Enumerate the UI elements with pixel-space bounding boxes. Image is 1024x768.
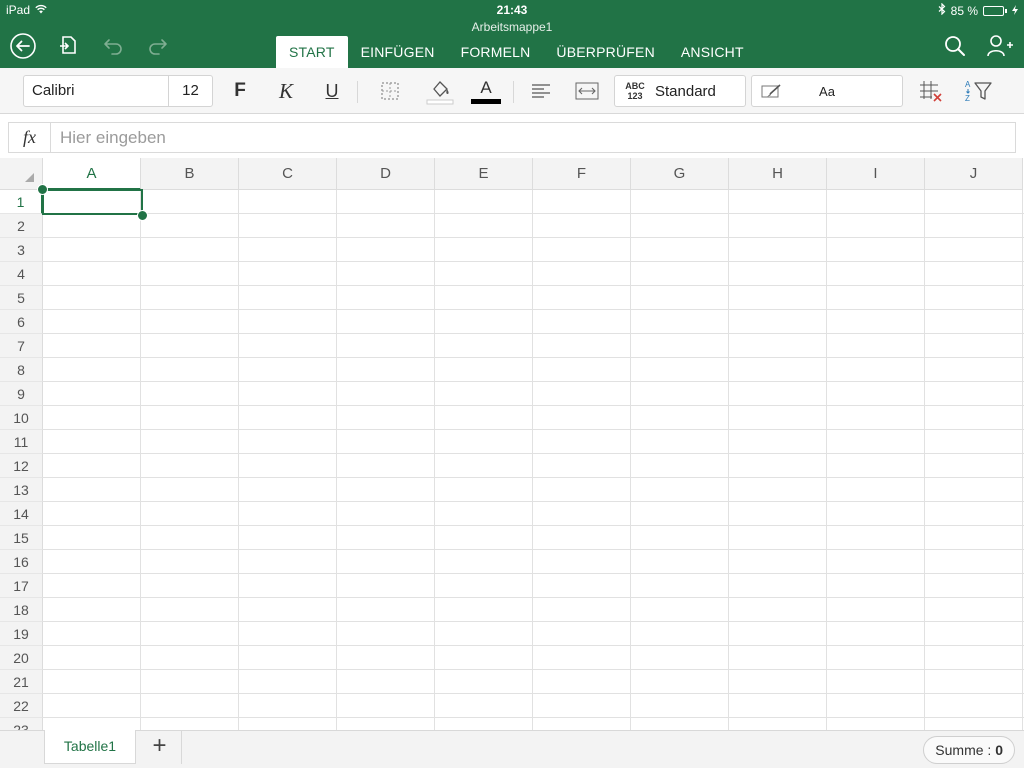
row-header[interactable]: 14 bbox=[0, 502, 43, 526]
fill-color-icon[interactable] bbox=[424, 76, 456, 106]
svg-text:A: A bbox=[965, 80, 971, 89]
bluetooth-icon bbox=[938, 2, 946, 18]
column-headers: ABCDEFGHIJ bbox=[43, 158, 1023, 190]
row-header[interactable]: 16 bbox=[0, 550, 43, 574]
battery-icon bbox=[983, 5, 1007, 16]
row-header[interactable]: 5 bbox=[0, 286, 43, 310]
charging-icon bbox=[1012, 4, 1018, 18]
row-header[interactable]: 22 bbox=[0, 694, 43, 718]
column-header[interactable]: F bbox=[533, 158, 631, 190]
column-header[interactable]: D bbox=[337, 158, 435, 190]
sum-indicator[interactable]: Summe : 0 bbox=[923, 736, 1015, 764]
row-header[interactable]: 9 bbox=[0, 382, 43, 406]
row-header[interactable]: 17 bbox=[0, 574, 43, 598]
select-all-corner[interactable] bbox=[0, 158, 43, 190]
svg-text:Z: Z bbox=[965, 94, 970, 103]
row-header[interactable]: 3 bbox=[0, 238, 43, 262]
add-sheet-button[interactable]: + bbox=[138, 731, 182, 764]
bold-button[interactable]: F bbox=[226, 76, 254, 106]
share-person-icon[interactable] bbox=[986, 32, 1014, 60]
file-sync-icon[interactable] bbox=[54, 32, 82, 60]
number-format-icon: ABC 123 bbox=[625, 81, 645, 101]
align-left-icon[interactable] bbox=[527, 76, 555, 106]
row-header[interactable]: 20 bbox=[0, 646, 43, 670]
merge-cells-icon[interactable] bbox=[573, 76, 601, 106]
font-picker[interactable]: Calibri 12 bbox=[23, 75, 213, 107]
selection-handle-bottom-right[interactable] bbox=[137, 210, 148, 221]
status-right: 85 % bbox=[938, 2, 1018, 18]
select-all-triangle-icon bbox=[25, 173, 34, 182]
tab-formeln[interactable]: FORMELN bbox=[448, 36, 544, 68]
number-format-label: Standard bbox=[655, 82, 716, 100]
row-header[interactable]: 10 bbox=[0, 406, 43, 430]
ribbon-divider bbox=[513, 81, 514, 103]
column-header[interactable]: H bbox=[729, 158, 827, 190]
ribbon-toolbar: Calibri 12 F K U A ABC 123 Standard Aa AZ bbox=[0, 68, 1024, 114]
row-header[interactable]: 18 bbox=[0, 598, 43, 622]
column-header[interactable]: C bbox=[239, 158, 337, 190]
row-header[interactable]: 23 bbox=[0, 718, 43, 730]
row-header[interactable]: 2 bbox=[0, 214, 43, 238]
row-header[interactable]: 15 bbox=[0, 526, 43, 550]
ribbon-tabs: START EINFÜGEN FORMELN ÜBERPRÜFEN ANSICH… bbox=[276, 36, 757, 68]
cell-styles-label: Aa bbox=[819, 83, 835, 99]
tab-ueberpruefen[interactable]: ÜBERPRÜFEN bbox=[543, 36, 667, 68]
redo-icon[interactable] bbox=[144, 32, 172, 60]
row-header[interactable]: 12 bbox=[0, 454, 43, 478]
row-header[interactable]: 13 bbox=[0, 478, 43, 502]
row-header[interactable]: 19 bbox=[0, 622, 43, 646]
column-header[interactable]: E bbox=[435, 158, 533, 190]
undo-icon[interactable] bbox=[99, 32, 127, 60]
font-size-field[interactable]: 12 bbox=[168, 76, 212, 106]
font-color-letter: A bbox=[480, 77, 492, 97]
selected-cell[interactable] bbox=[42, 189, 143, 215]
row-header[interactable]: 6 bbox=[0, 310, 43, 334]
number-format-dropdown[interactable]: ABC 123 Standard bbox=[614, 75, 746, 107]
sum-label: Summe : bbox=[935, 742, 992, 758]
italic-button[interactable]: K bbox=[272, 76, 300, 106]
row-header[interactable]: 1 bbox=[0, 190, 43, 214]
ribbon-divider bbox=[357, 81, 358, 103]
column-header[interactable]: G bbox=[631, 158, 729, 190]
tab-einfuegen[interactable]: EINFÜGEN bbox=[348, 36, 448, 68]
spreadsheet-grid[interactable]: ABCDEFGHIJ 1 2 3 4 5 6 7 8 9 10 11 12 13 14 15 16 17 18 19… bbox=[0, 158, 1024, 730]
row-header[interactable]: 7 bbox=[0, 334, 43, 358]
cell-styles-button[interactable]: Aa bbox=[751, 75, 903, 107]
sort-filter-icon[interactable]: AZ bbox=[962, 76, 994, 106]
column-header[interactable]: B bbox=[141, 158, 239, 190]
cell-style-brush-icon bbox=[752, 83, 792, 99]
font-name-field[interactable]: Calibri bbox=[24, 76, 168, 106]
delete-cells-icon[interactable] bbox=[915, 76, 947, 106]
app-header: iPad 21:43 Arbeitsmappe1 85 % START EINF… bbox=[0, 0, 1024, 68]
tab-ansicht[interactable]: ANSICHT bbox=[668, 36, 757, 68]
column-header[interactable]: J bbox=[925, 158, 1023, 190]
selection-handle-top-left[interactable] bbox=[37, 184, 48, 195]
row-header[interactable]: 4 bbox=[0, 262, 43, 286]
borders-icon[interactable] bbox=[376, 76, 404, 106]
row-header[interactable]: 21 bbox=[0, 670, 43, 694]
underline-button[interactable]: U bbox=[318, 76, 346, 106]
column-header[interactable]: A bbox=[43, 158, 141, 190]
formula-bar: fx bbox=[8, 122, 1016, 153]
back-icon[interactable] bbox=[9, 32, 37, 60]
sum-value: 0 bbox=[995, 742, 1003, 758]
sheet-bar: Tabelle1 + Summe : 0 bbox=[0, 730, 1024, 768]
row-header[interactable]: 11 bbox=[0, 430, 43, 454]
search-icon[interactable] bbox=[941, 32, 969, 60]
battery-percent: 85 % bbox=[950, 3, 978, 18]
tab-start[interactable]: START bbox=[276, 36, 348, 68]
row-header[interactable]: 8 bbox=[0, 358, 43, 382]
clock: 21:43 bbox=[496, 3, 528, 17]
function-icon[interactable]: fx bbox=[9, 123, 51, 152]
formula-input[interactable] bbox=[51, 123, 1015, 152]
column-header[interactable]: I bbox=[827, 158, 925, 190]
sheet-tab[interactable]: Tabelle1 bbox=[44, 730, 136, 764]
row-headers: 1 2 3 4 5 6 7 8 9 10 11 12 13 14 15 16 17 18 19 20 21 22 23 bbox=[0, 190, 43, 730]
font-color-swatch bbox=[471, 98, 501, 104]
font-color-button[interactable]: A bbox=[470, 76, 502, 106]
cell-area[interactable] bbox=[43, 190, 1024, 730]
